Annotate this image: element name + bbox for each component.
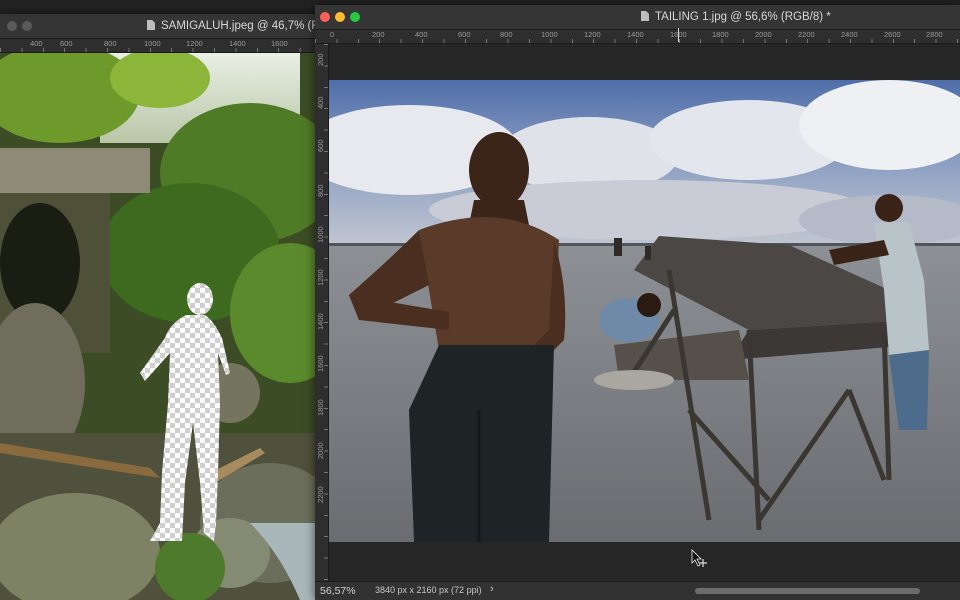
front-window-titlebar[interactable]: TAILING 1.jpg @ 56,6% (RGB/8) * — [315, 5, 960, 30]
ruler-label: 2000 — [755, 30, 772, 39]
back-window-title: SAMIGALUH.jpeg @ 46,7% (RG — [147, 14, 329, 38]
back-canvas-photo[interactable] — [0, 53, 330, 600]
ruler-label: 400 — [415, 30, 428, 39]
status-menu-arrow-icon[interactable]: › — [490, 583, 494, 595]
ruler-label: 0 — [330, 30, 335, 39]
ruler-label: 1200 — [584, 30, 601, 39]
ruler-label: 1000 — [541, 30, 558, 39]
front-horizontal-ruler: 0 200 400 600 800 1000 1200 1400 1600 18… — [315, 28, 960, 44]
ruler-label: 600 — [60, 39, 73, 48]
ruler-label: 1000 — [316, 226, 325, 243]
ruler-guide-marker — [678, 28, 679, 42]
front-document-window[interactable]: TAILING 1.jpg @ 56,6% (RGB/8) * 0 200 40… — [315, 5, 960, 600]
front-vertical-ruler: 200 400 600 800 1000 1200 1400 1600 1800… — [315, 44, 329, 582]
ruler-label: 2200 — [316, 486, 325, 503]
ruler-label: 1200 — [186, 39, 203, 48]
document-info: 3840 px x 2160 px (72 ppi) — [375, 585, 482, 595]
ruler-label: 400 — [30, 39, 43, 48]
ruler-label: 2800 — [926, 30, 943, 39]
ruler-label: 600 — [316, 139, 325, 152]
status-bar: 56,57% 3840 px x 2160 px (72 ppi) › — [315, 581, 960, 600]
back-minimize-button[interactable] — [22, 21, 32, 31]
back-close-button[interactable] — [7, 21, 17, 31]
canvas-pasteboard[interactable] — [329, 44, 960, 582]
main-canvas-photo[interactable] — [329, 80, 960, 542]
ruler-label: 1600 — [316, 355, 325, 372]
ruler-label: 2000 — [316, 442, 325, 459]
close-button[interactable] — [320, 12, 330, 22]
back-window-titlebar[interactable]: SAMIGALUH.jpeg @ 46,7% (RG — [0, 14, 330, 39]
document-icon — [147, 20, 155, 30]
ruler-label: 1000 — [144, 39, 161, 48]
ruler-label: 200 — [372, 30, 385, 39]
ruler-label: 1400 — [316, 313, 325, 330]
move-cursor-icon — [691, 549, 707, 567]
ruler-label: 2200 — [798, 30, 815, 39]
back-horizontal-ruler: 400 600 800 1000 1200 1400 1600 — [0, 39, 330, 53]
ruler-label: 400 — [316, 96, 325, 109]
ruler-label: 1200 — [316, 269, 325, 286]
back-title-text: SAMIGALUH.jpeg @ 46,7% (RG — [161, 20, 329, 32]
ruler-label: 1800 — [712, 30, 729, 39]
ruler-label: 2600 — [884, 30, 901, 39]
ruler-label: 1400 — [229, 39, 246, 48]
ruler-label: 2400 — [841, 30, 858, 39]
horizontal-scrollbar[interactable] — [695, 588, 920, 594]
zoom-level[interactable]: 56,57% — [320, 585, 356, 597]
back-document-window[interactable]: SAMIGALUH.jpeg @ 46,7% (RG 400 600 800 1… — [0, 14, 330, 600]
ruler-label: 800 — [316, 184, 325, 197]
ruler-label: 600 — [458, 30, 471, 39]
ruler-label: 200 — [316, 53, 325, 66]
minimize-button[interactable] — [335, 12, 345, 22]
ruler-label: 800 — [104, 39, 117, 48]
ruler-label: 1600 — [271, 39, 288, 48]
ruler-label: 1400 — [627, 30, 644, 39]
document-icon — [641, 11, 649, 21]
front-window-title: TAILING 1.jpg @ 56,6% (RGB/8) * — [641, 5, 831, 29]
front-title-text: TAILING 1.jpg @ 56,6% (RGB/8) * — [655, 11, 831, 23]
ruler-label: 800 — [500, 30, 513, 39]
zoom-button[interactable] — [350, 12, 360, 22]
ruler-label: 1800 — [316, 399, 325, 416]
